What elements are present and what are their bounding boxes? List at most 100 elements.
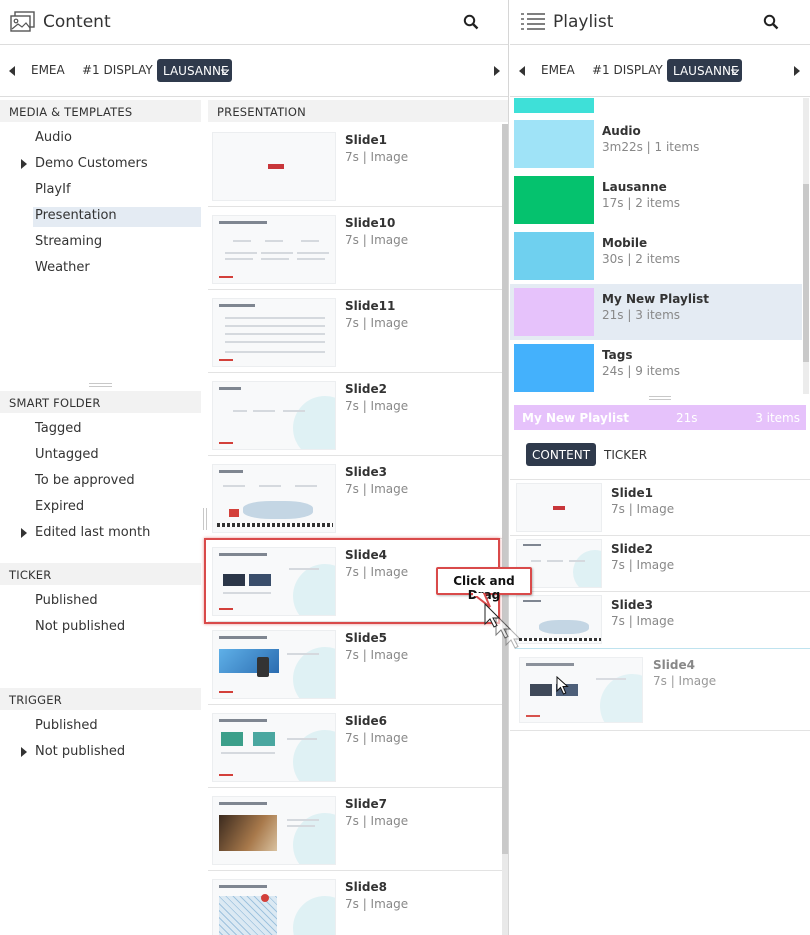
resize-handle[interactable] bbox=[649, 396, 671, 400]
slide-meta: 7s | Image bbox=[345, 731, 409, 745]
slide-thumbnail bbox=[212, 713, 336, 782]
resize-handle-vertical[interactable] bbox=[203, 508, 207, 530]
playlist-swatch bbox=[514, 120, 594, 168]
tree-item-ticker-published[interactable]: Published bbox=[35, 593, 98, 613]
slide-name: Slide11 bbox=[345, 299, 396, 313]
playlist-row[interactable]: Audio 3m22s | 1 items bbox=[510, 116, 802, 172]
tree-item-demo-customers[interactable]: Demo Customers bbox=[35, 156, 148, 176]
playlist-swatch-partial[interactable] bbox=[514, 98, 594, 113]
expand-triangle-icon[interactable] bbox=[21, 528, 27, 538]
playlist-panel: Playlist EMEA #1 DISPLAY LAUSANNE Audio … bbox=[510, 0, 810, 935]
filter-display[interactable]: #1 DISPLAY bbox=[592, 63, 663, 77]
slide-name: Slide2 bbox=[345, 382, 387, 396]
selected-playlist-bar[interactable]: My New Playlist 21s 3 items bbox=[514, 405, 806, 430]
playlist-row[interactable]: Mobile 30s | 2 items bbox=[510, 228, 802, 284]
section-trigger: TRIGGER bbox=[0, 688, 201, 710]
slide-thumbnail bbox=[212, 796, 336, 865]
resize-handle[interactable] bbox=[89, 383, 112, 387]
slide-name: Slide8 bbox=[345, 880, 387, 894]
content-filter-bar: EMEA #1 DISPLAY LAUSANNE bbox=[0, 45, 508, 97]
filter-location-dropdown[interactable]: LAUSANNE bbox=[667, 59, 742, 82]
tree-item-edited-last-month[interactable]: Edited last month bbox=[35, 525, 150, 545]
section-media-templates: MEDIA & TEMPLATES bbox=[0, 100, 201, 122]
playlist-swatch bbox=[514, 176, 594, 224]
slide-row[interactable]: Slide10 7s | Image bbox=[208, 207, 502, 290]
content-scrollbar[interactable] bbox=[502, 124, 508, 854]
playlist-name: Audio bbox=[602, 124, 641, 138]
tree-item-streaming[interactable]: Streaming bbox=[35, 234, 102, 254]
filter-region[interactable]: EMEA bbox=[541, 63, 575, 77]
playlist-name: Mobile bbox=[602, 236, 648, 250]
slide-thumbnail bbox=[519, 657, 643, 723]
slide-thumbnail bbox=[212, 630, 336, 699]
tree-item-audio[interactable]: Audio bbox=[35, 130, 72, 150]
slide-name: Slide4 bbox=[653, 658, 695, 672]
content-title: Content bbox=[43, 12, 111, 32]
tab-ticker[interactable]: TICKER bbox=[598, 443, 653, 466]
slide-row[interactable]: Slide3 7s | Image bbox=[208, 456, 502, 539]
slide-thumbnail bbox=[212, 298, 336, 367]
expand-triangle-icon[interactable] bbox=[21, 159, 27, 169]
slide-name: Slide6 bbox=[345, 714, 387, 728]
slide-name: Slide5 bbox=[345, 631, 387, 645]
slide-name: Slide4 bbox=[345, 548, 387, 562]
slide-row[interactable]: Slide8 7s | Image bbox=[208, 871, 502, 935]
tree-item-expired[interactable]: Expired bbox=[35, 499, 84, 519]
tree-item-playif[interactable]: PlayIf bbox=[35, 182, 71, 202]
playlist-row-selected[interactable]: My New Playlist 21s | 3 items bbox=[510, 284, 802, 340]
slide-row[interactable]: Slide6 7s | Image bbox=[208, 705, 502, 788]
slide-row[interactable]: Slide11 7s | Image bbox=[208, 290, 502, 373]
slide-meta: 7s | Image bbox=[345, 897, 409, 911]
slide-name: Slide2 bbox=[611, 542, 653, 556]
slide-thumbnail bbox=[212, 547, 336, 616]
arrow-right-icon[interactable] bbox=[794, 66, 800, 76]
selected-playlist-name: My New Playlist bbox=[522, 411, 629, 425]
slide-row[interactable]: Slide1 7s | Image bbox=[208, 124, 502, 207]
tab-content[interactable]: CONTENT bbox=[526, 443, 597, 466]
playlist-row[interactable]: Lausanne 17s | 2 items bbox=[510, 172, 802, 228]
playlist-name: My New Playlist bbox=[602, 292, 709, 306]
slide-meta: 7s | Image bbox=[345, 150, 409, 164]
slide-meta: 7s | Image bbox=[345, 648, 409, 662]
slide-name: Slide3 bbox=[611, 598, 653, 612]
playlist-item[interactable]: Slide1 7s | Image bbox=[510, 480, 810, 536]
playlist-scrollbar[interactable] bbox=[803, 184, 809, 362]
playlist-swatch bbox=[514, 232, 594, 280]
selected-playlist-duration: 21s bbox=[676, 411, 698, 425]
tree-item-presentation[interactable]: Presentation bbox=[33, 207, 201, 227]
filter-location-dropdown[interactable]: LAUSANNE bbox=[157, 59, 232, 82]
filter-region[interactable]: EMEA bbox=[31, 63, 65, 77]
slide-row[interactable]: Slide5 7s | Image bbox=[208, 622, 502, 705]
slide-meta: 7s | Image bbox=[611, 502, 675, 516]
playlist-row[interactable]: Tags 24s | 9 items bbox=[510, 340, 802, 396]
playlist-meta: 3m22s | 1 items bbox=[602, 140, 700, 154]
search-icon[interactable] bbox=[763, 14, 779, 30]
slide-row[interactable]: Slide7 7s | Image bbox=[208, 788, 502, 871]
slide-thumbnail bbox=[212, 879, 336, 935]
tree-item-untagged[interactable]: Untagged bbox=[35, 447, 99, 467]
click-and-drag-callout: Click and Drag bbox=[436, 567, 532, 602]
tree-item-trigger-not-published[interactable]: Not published bbox=[35, 744, 125, 764]
playlist-item[interactable]: Slide3 7s | Image bbox=[510, 592, 810, 648]
playlist-item[interactable]: Slide2 7s | Image bbox=[510, 536, 810, 592]
arrow-left-icon[interactable] bbox=[9, 66, 15, 76]
expand-triangle-icon[interactable] bbox=[21, 747, 27, 757]
tree-item-to-be-approved[interactable]: To be approved bbox=[35, 473, 135, 493]
tree-item-trigger-published[interactable]: Published bbox=[35, 718, 98, 738]
slide-name: Slide1 bbox=[345, 133, 387, 147]
slide-meta: 7s | Image bbox=[345, 482, 409, 496]
arrow-left-icon[interactable] bbox=[519, 66, 525, 76]
playlist-meta: 24s | 9 items bbox=[602, 364, 681, 378]
filter-location-label: LAUSANNE bbox=[673, 64, 739, 78]
tree-item-ticker-not-published[interactable]: Not published bbox=[35, 619, 125, 639]
playlist-name: Tags bbox=[602, 348, 633, 362]
slide-name: Slide1 bbox=[611, 486, 653, 500]
tree-item-tagged[interactable]: Tagged bbox=[35, 421, 82, 441]
slide-meta: 7s | Image bbox=[611, 614, 675, 628]
search-icon[interactable] bbox=[463, 14, 479, 30]
tree-item-weather[interactable]: Weather bbox=[35, 260, 90, 280]
slide-row[interactable]: Slide2 7s | Image bbox=[208, 373, 502, 456]
section-ticker: TICKER bbox=[0, 563, 201, 585]
arrow-right-icon[interactable] bbox=[494, 66, 500, 76]
filter-display[interactable]: #1 DISPLAY bbox=[82, 63, 153, 77]
